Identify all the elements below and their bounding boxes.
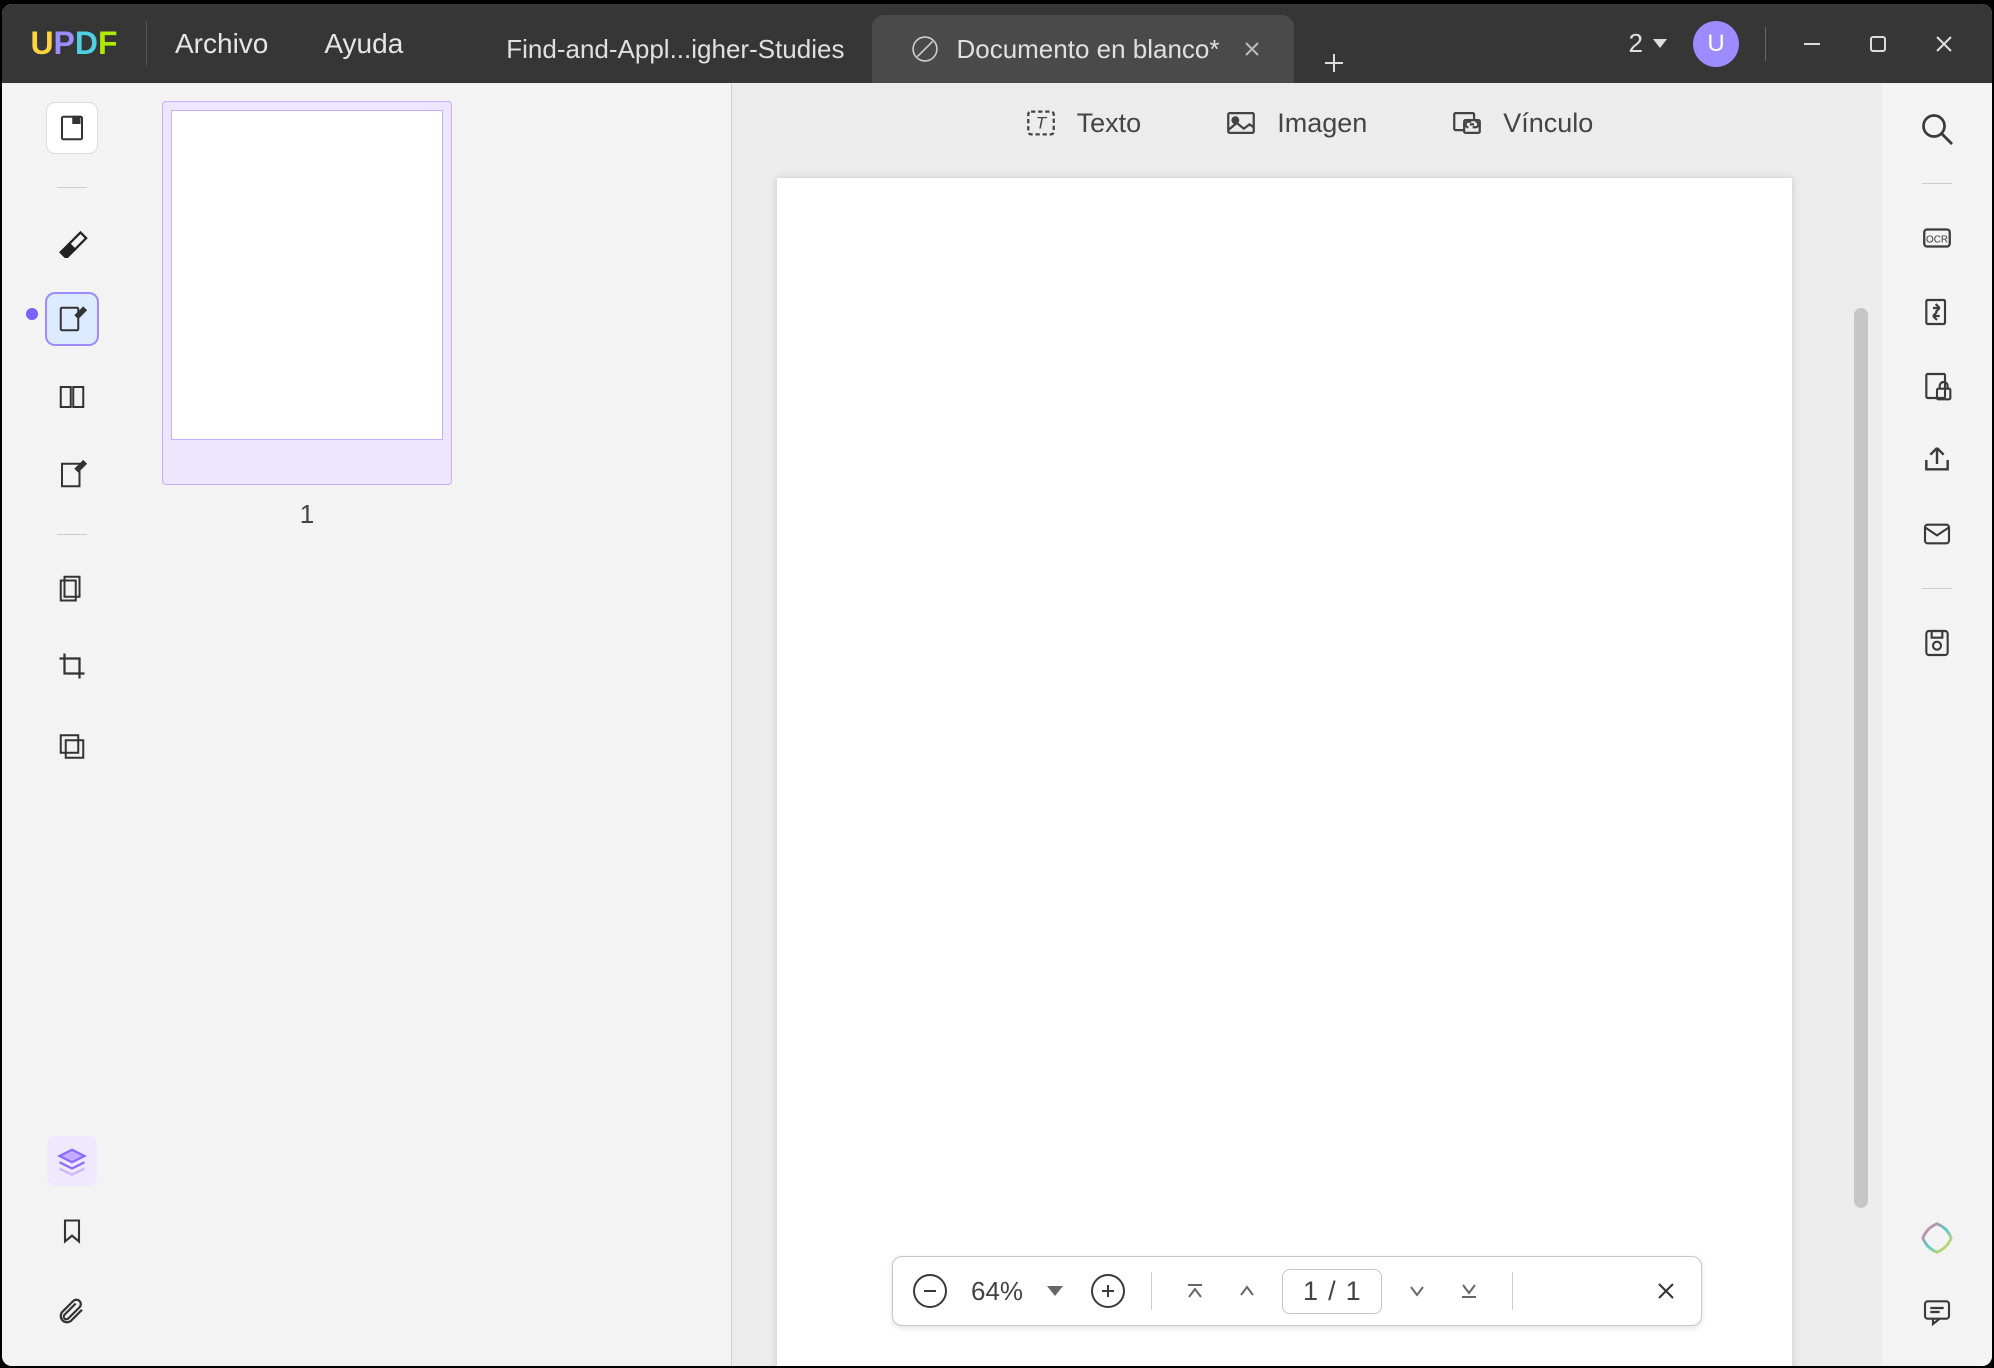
menu-file[interactable]: Archivo (147, 28, 296, 60)
separator (1922, 588, 1952, 589)
separator (57, 187, 87, 188)
left-toolbar-bottom (47, 1136, 97, 1336)
document-page[interactable] (777, 178, 1792, 1366)
tab-title: Documento en blanco* (956, 34, 1219, 65)
new-tab-button[interactable] (1314, 43, 1354, 83)
separator (1512, 1272, 1513, 1310)
vertical-scrollbar[interactable] (1854, 308, 1868, 1208)
logo-d: D (75, 25, 98, 62)
left-toolbar (2, 83, 142, 1366)
close-button[interactable] (1924, 24, 1964, 64)
tool-redact[interactable] (47, 719, 97, 769)
right-toolbar: OCR (1882, 83, 1992, 1366)
ai-assistant-icon[interactable] (1913, 1214, 1961, 1262)
tab-strip: Find-and-Appl...igher-Studies Documento … (466, 4, 1353, 83)
page-input[interactable]: 1 / 1 (1282, 1269, 1382, 1314)
current-page: 1 (1303, 1276, 1318, 1307)
thumbnail-page-1[interactable] (162, 101, 452, 485)
tool-bookmark[interactable] (47, 1206, 97, 1256)
tool-form[interactable] (47, 450, 97, 500)
insert-link-button[interactable]: Vínculo (1447, 103, 1593, 143)
search-icon[interactable] (1913, 105, 1961, 153)
menu-help[interactable]: Ayuda (296, 28, 431, 60)
active-tool-indicator (26, 308, 38, 320)
zoom-dropdown-icon[interactable] (1047, 1286, 1063, 1296)
insert-image-label: Imagen (1277, 108, 1367, 139)
thumbnail-panel: 1 (142, 83, 732, 1366)
svg-text:T: T (1035, 114, 1047, 133)
save-icon[interactable] (1913, 619, 1961, 667)
count-value: 2 (1629, 28, 1643, 59)
tool-edit[interactable] (47, 294, 97, 344)
maximize-button[interactable] (1858, 24, 1898, 64)
titlebar: UPDF Archivo Ayuda Find-and-Appl...igher… (2, 4, 1992, 83)
logo-f: F (98, 25, 118, 62)
insert-toolbar: T Texto Imagen Vínculo (732, 83, 1882, 163)
insert-text-label: Texto (1077, 108, 1142, 139)
separator (1151, 1272, 1152, 1310)
image-icon (1221, 103, 1261, 143)
next-page-button[interactable] (1400, 1274, 1434, 1308)
mail-icon[interactable] (1913, 510, 1961, 558)
close-toolbar-button[interactable] (1651, 1276, 1681, 1306)
text-icon: T (1021, 103, 1061, 143)
app-window: UPDF Archivo Ayuda Find-and-Appl...igher… (2, 4, 1992, 1366)
prev-page-button[interactable] (1230, 1274, 1264, 1308)
tab-title: Find-and-Appl...igher-Studies (506, 34, 844, 65)
tab-document-1[interactable]: Find-and-Appl...igher-Studies (466, 15, 872, 83)
canvas-area: T Texto Imagen Vínculo 64% (732, 83, 1882, 1366)
first-page-button[interactable] (1178, 1274, 1212, 1308)
tool-reader[interactable] (47, 103, 97, 153)
tab-document-2[interactable]: Documento en blanco* (872, 15, 1293, 83)
separator (1765, 27, 1766, 61)
insert-image-button[interactable]: Imagen (1221, 103, 1367, 143)
insert-text-button[interactable]: T Texto (1021, 103, 1142, 143)
chevron-down-icon (1653, 39, 1667, 48)
unsaved-icon (912, 36, 938, 62)
thumbnail-page-number: 1 (162, 499, 452, 530)
protect-icon[interactable] (1913, 362, 1961, 410)
tool-compare[interactable] (47, 372, 97, 422)
zoom-in-button[interactable] (1091, 1274, 1125, 1308)
app-body: 1 OCR T Texto (2, 83, 1992, 1366)
ocr-icon[interactable]: OCR (1913, 214, 1961, 262)
tool-pages[interactable] (47, 563, 97, 613)
svg-text:OCR: OCR (1926, 234, 1948, 245)
zoom-value: 64% (971, 1276, 1023, 1307)
last-page-button[interactable] (1452, 1274, 1486, 1308)
right-toolbar-bottom (1913, 1214, 1961, 1336)
convert-icon[interactable] (1913, 288, 1961, 336)
avatar-letter: U (1707, 30, 1724, 58)
page-separator: / (1328, 1276, 1336, 1307)
link-icon (1447, 103, 1487, 143)
titlebar-right: 2 U (1629, 21, 1992, 67)
zoom-out-button[interactable] (913, 1274, 947, 1308)
app-logo[interactable]: UPDF (2, 21, 147, 66)
tool-attachment[interactable] (47, 1286, 97, 1336)
tool-highlighter[interactable] (47, 216, 97, 266)
tool-layers[interactable] (47, 1136, 97, 1186)
logo-p: P (54, 25, 75, 62)
separator (1922, 183, 1952, 184)
open-tabs-count[interactable]: 2 (1629, 28, 1667, 59)
separator (57, 534, 87, 535)
user-avatar[interactable]: U (1693, 21, 1739, 67)
share-icon[interactable] (1913, 436, 1961, 484)
zoom-page-toolbar: 64% 1 / 1 (892, 1256, 1702, 1326)
thumbnail-preview (171, 110, 443, 440)
tool-crop[interactable] (47, 641, 97, 691)
minimize-button[interactable] (1792, 24, 1832, 64)
logo-u: U (30, 25, 53, 62)
total-pages: 1 (1346, 1276, 1361, 1307)
tab-close-button[interactable] (1238, 35, 1266, 63)
comment-icon[interactable] (1913, 1288, 1961, 1336)
insert-link-label: Vínculo (1503, 108, 1593, 139)
